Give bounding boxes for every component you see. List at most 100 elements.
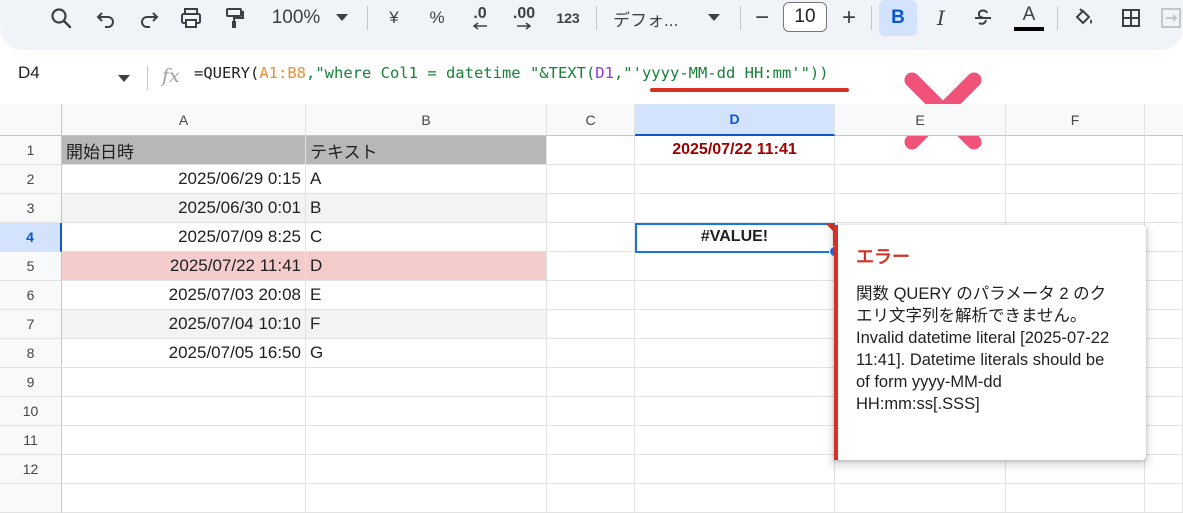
grid-cell[interactable] [635,368,835,397]
cell-d4[interactable]: #VALUE! [635,223,835,252]
column-header-g[interactable] [1145,104,1183,136]
row-header[interactable]: 11 [0,426,62,455]
cell-a7[interactable]: 2025/07/04 10:10 [62,310,306,339]
grid-cell[interactable] [635,397,835,426]
font-family-select[interactable]: デフォ... [613,0,693,36]
row-header[interactable]: 9 [0,368,62,397]
grid-cell[interactable] [1145,455,1183,484]
grid-cell[interactable] [1145,165,1183,194]
grid-cell[interactable] [62,484,306,513]
row-header[interactable]: 10 [0,397,62,426]
row-header[interactable]: 1 [0,136,62,165]
cell-b6[interactable]: E [306,281,547,310]
grid-cell[interactable] [1006,194,1145,223]
cell-b7[interactable]: F [306,310,547,339]
grid-cell[interactable] [1145,252,1183,281]
cell-a2[interactable]: 2025/06/29 0:15 [62,165,306,194]
row-header[interactable]: 5 [0,252,62,281]
name-box[interactable]: D4 [18,63,40,83]
grid-cell[interactable] [835,165,1006,194]
grid-cell[interactable] [1145,310,1183,339]
grid-cell[interactable] [547,281,635,310]
grid-cell[interactable] [1145,368,1183,397]
grid-cell[interactable] [635,165,835,194]
percent-format-button[interactable]: % [423,0,451,36]
grid-cell[interactable] [1145,136,1183,165]
cell-d1[interactable]: 2025/07/22 11:41 [635,136,835,165]
grid-cell[interactable] [1145,281,1183,310]
grid-cell[interactable] [835,136,1006,165]
grid-cell[interactable] [547,310,635,339]
grid-cell[interactable] [547,136,635,165]
cell-b5[interactable]: D [306,252,547,281]
borders-icon[interactable] [1116,0,1146,36]
grid-cell[interactable] [547,368,635,397]
grid-cell[interactable] [1145,223,1183,252]
strikethrough-icon[interactable] [968,0,998,36]
grid-cell[interactable] [62,397,306,426]
grid-cell[interactable] [635,281,835,310]
grid-cell[interactable] [547,194,635,223]
formula-input[interactable]: =QUERY(A1:B8,"where Col1 = datetime "&TE… [194,64,829,82]
caret-down-icon[interactable] [332,0,352,36]
grid-cell[interactable] [1006,136,1145,165]
column-header-b[interactable]: B [306,104,547,136]
bold-button[interactable]: B [879,0,917,36]
cell-b4[interactable]: C [306,223,547,252]
font-size-input[interactable]: 10 [783,2,827,32]
grid-cell[interactable] [306,397,547,426]
number-format-button[interactable]: 123 [551,0,585,36]
grid-cell[interactable] [635,426,835,455]
grid-cell[interactable] [635,484,835,513]
grid-cell[interactable] [547,397,635,426]
grid-cell[interactable] [306,484,547,513]
row-header[interactable] [0,484,62,513]
increase-decimal-button[interactable]: .00 [507,0,541,36]
merge-cells-icon[interactable] [1158,0,1183,36]
grid-cell[interactable] [62,368,306,397]
column-header-e[interactable]: E [835,104,1006,136]
search-icon[interactable] [46,0,76,36]
row-header[interactable]: 8 [0,339,62,368]
grid-cell[interactable] [547,455,635,484]
grid-cell[interactable] [1145,484,1183,513]
paint-format-icon[interactable] [220,0,250,36]
grid-cell[interactable] [547,165,635,194]
cell-a6[interactable]: 2025/07/03 20:08 [62,281,306,310]
grid-cell[interactable] [835,194,1006,223]
redo-icon[interactable] [134,0,164,36]
grid-cell[interactable] [306,455,547,484]
fill-color-icon[interactable] [1069,0,1099,36]
select-all-corner[interactable] [0,104,62,136]
grid-cell[interactable] [306,426,547,455]
print-icon[interactable] [176,0,206,36]
row-header[interactable]: 7 [0,310,62,339]
row-header[interactable]: 4 [0,223,62,252]
row-header[interactable]: 3 [0,194,62,223]
column-header-d[interactable]: D [635,104,835,136]
cell-a4[interactable]: 2025/07/09 8:25 [62,223,306,252]
caret-down-icon[interactable] [704,0,724,36]
grid-cell[interactable] [547,484,635,513]
increase-font-size-button[interactable]: + [836,0,862,36]
grid-cell[interactable] [635,455,835,484]
grid-cell[interactable] [547,223,635,252]
grid-cell[interactable] [1145,426,1183,455]
grid-cell[interactable] [635,252,835,281]
grid-cell[interactable] [62,426,306,455]
grid-cell[interactable] [547,339,635,368]
grid-cell[interactable] [635,194,835,223]
caret-down-icon[interactable] [118,70,130,88]
row-header[interactable]: 6 [0,281,62,310]
cell-a5[interactable]: 2025/07/22 11:41 [62,252,306,281]
grid-cell[interactable] [547,426,635,455]
cell-b3[interactable]: B [306,194,547,223]
grid-cell[interactable] [1006,484,1145,513]
grid-cell[interactable] [635,339,835,368]
zoom-select[interactable]: 100% [266,0,326,36]
cell-b2[interactable]: A [306,165,547,194]
cell-b1[interactable]: テキスト [306,136,547,165]
text-color-button[interactable]: A [1012,0,1046,36]
column-header-a[interactable]: A [62,104,306,136]
undo-icon[interactable] [91,0,121,36]
